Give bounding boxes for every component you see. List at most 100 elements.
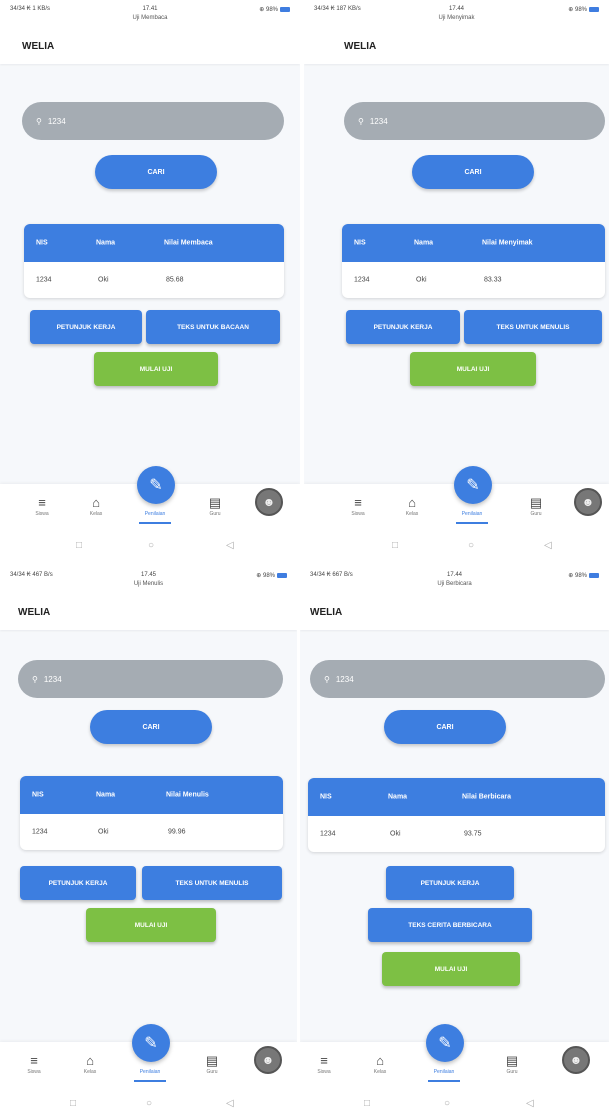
nav-siswa[interactable]: ≡ Siswa <box>14 1052 54 1075</box>
home-circle-icon[interactable]: ○ <box>148 540 154 551</box>
layers-icon: ≡ <box>30 1053 38 1068</box>
app-title: WELIA <box>300 596 609 630</box>
cell-nilai: 99.96 <box>168 828 186 836</box>
nav-kelas[interactable]: ⌂ Kelas <box>70 1052 110 1075</box>
cell-nilai: 83.33 <box>484 276 502 284</box>
system-nav: □ ○ ◁ <box>304 534 609 560</box>
mulai-uji-button[interactable]: MULAI UJI <box>410 352 536 386</box>
search-icon: ⚲ <box>324 674 330 684</box>
header-nilai: Nilai Membaca <box>164 239 213 247</box>
nav-kelas[interactable]: ⌂ Kelas <box>76 494 116 517</box>
status-time: 17.41 <box>142 6 158 12</box>
teks-menulis-button[interactable]: TEKS UNTUK MENULIS <box>464 310 602 344</box>
mulai-uji-button[interactable]: MULAI UJI <box>86 908 216 942</box>
search-input[interactable]: ⚲ 1234 <box>310 660 605 698</box>
status-bar: 34/34 ₭ 187 KB/s 17.44 Uji Menyimak ⊕ 98… <box>304 0 609 30</box>
cari-button[interactable]: CARI <box>90 710 212 744</box>
status-battery: ⊕ 98% <box>568 6 599 13</box>
status-time: 17.45 <box>140 572 156 578</box>
recent-apps-icon[interactable]: □ <box>392 540 398 551</box>
table-header: NIS Nama Nilai Berbicara <box>308 778 605 816</box>
pencil-icon[interactable]: ✎ <box>137 466 175 504</box>
back-icon[interactable]: ◁ <box>226 1098 234 1109</box>
home-circle-icon[interactable]: ○ <box>444 1098 450 1109</box>
cari-button[interactable]: CARI <box>412 155 534 189</box>
pencil-icon[interactable]: ✎ <box>426 1024 464 1062</box>
screen-title: Uji Berbicara <box>437 581 472 587</box>
petunjuk-kerja-button[interactable]: PETUNJUK KERJA <box>30 310 142 344</box>
recent-apps-icon[interactable]: □ <box>364 1098 370 1109</box>
search-input[interactable]: ⚲ 1234 <box>18 660 283 698</box>
layers-icon: ≡ <box>320 1053 328 1068</box>
teks-cerita-button[interactable]: TEKS CERITA BERBICARA <box>368 908 532 942</box>
screen-title: Uji Membaca <box>132 15 168 21</box>
status-battery: ⊕ 98% <box>256 572 287 579</box>
system-nav: □ ○ ◁ <box>300 1092 609 1118</box>
search-input[interactable]: ⚲ 1234 <box>344 102 605 140</box>
mulai-uji-button[interactable]: MULAI UJI <box>382 952 520 986</box>
nav-guru[interactable]: ▤ Guru <box>195 494 235 517</box>
search-icon: ⚲ <box>358 116 364 126</box>
teks-bacaan-button[interactable]: TEKS UNTUK BACAAN <box>146 310 280 344</box>
avatar-icon[interactable]: ☻ <box>574 488 602 516</box>
header-nis: NIS <box>36 239 48 247</box>
back-icon[interactable]: ◁ <box>226 540 234 551</box>
cell-nama: Oki <box>98 276 109 284</box>
avatar-icon[interactable]: ☻ <box>254 1046 282 1074</box>
header-nama: Nama <box>414 239 434 247</box>
nav-siswa[interactable]: ≡ Siswa <box>22 494 62 517</box>
nilai-table: NIS Nama Nilai Menyimak 1234 Oki 83.33 <box>342 224 605 298</box>
search-input[interactable]: ⚲ 1234 <box>22 102 284 140</box>
header-nilai: Nilai Menulis <box>166 791 209 799</box>
table-row: 1234 Oki 93.75 <box>308 816 605 852</box>
nav-guru[interactable]: ▤ Guru <box>492 1052 532 1075</box>
pencil-icon[interactable]: ✎ <box>454 466 492 504</box>
header-nama: Nama <box>96 239 116 247</box>
petunjuk-kerja-button[interactable]: PETUNJUK KERJA <box>386 866 514 900</box>
table-header: NIS Nama Nilai Menulis <box>20 776 283 814</box>
battery-icon <box>280 7 290 12</box>
nav-guru[interactable]: ▤ Guru <box>516 494 556 517</box>
cari-button[interactable]: CARI <box>384 710 506 744</box>
recent-apps-icon[interactable]: □ <box>70 1098 76 1109</box>
header-nilai: Nilai Berbicara <box>462 793 512 801</box>
cari-button[interactable]: CARI <box>95 155 217 189</box>
back-icon[interactable]: ◁ <box>526 1098 534 1109</box>
header-nama: Nama <box>388 793 408 801</box>
cell-nama: Oki <box>416 276 427 284</box>
home-icon: ⌂ <box>92 495 100 510</box>
petunjuk-kerja-button[interactable]: PETUNJUK KERJA <box>346 310 460 344</box>
screen-uji-menyimak: 34/34 ₭ 187 KB/s 17.44 Uji Menyimak ⊕ 98… <box>304 0 609 560</box>
petunjuk-kerja-button[interactable]: PETUNJUK KERJA <box>20 866 136 900</box>
nav-kelas[interactable]: ⌂ Kelas <box>392 494 432 517</box>
home-circle-icon[interactable]: ○ <box>146 1098 152 1109</box>
home-icon: ⌂ <box>376 1053 384 1068</box>
nilai-table: NIS Nama Nilai Berbicara 1234 Oki 93.75 <box>308 778 605 852</box>
screen-uji-berbicara: 34/34 ₭ 667 B/s 17.44 Uji Berbicara ⊕ 98… <box>300 566 609 1118</box>
header-nama: Nama <box>96 791 116 799</box>
mulai-uji-button[interactable]: MULAI UJI <box>94 352 218 386</box>
teks-menulis-button[interactable]: TEKS UNTUK MENULIS <box>142 866 282 900</box>
home-icon: ⌂ <box>408 495 416 510</box>
search-value: 1234 <box>47 116 66 126</box>
nav-kelas[interactable]: ⌂ Kelas <box>360 1052 400 1075</box>
screen-title: Uji Menulis <box>133 581 164 587</box>
back-icon[interactable]: ◁ <box>544 540 552 551</box>
status-bar: 34/34 ₭ 1 KB/s 17.41 Uji Membaca ⊕ 98% <box>0 0 300 30</box>
pencil-icon[interactable]: ✎ <box>132 1024 170 1062</box>
avatar-icon[interactable]: ☻ <box>562 1046 590 1074</box>
cell-nis: 1234 <box>320 830 336 838</box>
status-bar: 34/34 ₭ 667 B/s 17.44 Uji Berbicara ⊕ 98… <box>300 566 609 596</box>
nav-siswa[interactable]: ≡ Siswa <box>304 1052 344 1075</box>
table-row: 1234 Oki 99.96 <box>20 814 283 850</box>
nav-siswa[interactable]: ≡ Siswa <box>338 494 378 517</box>
recent-apps-icon[interactable]: □ <box>76 540 82 551</box>
battery-icon <box>589 7 599 12</box>
screen-title: Uji Menyimak <box>438 15 475 21</box>
id-card-icon: ▤ <box>505 1053 519 1068</box>
nav-guru[interactable]: ▤ Guru <box>192 1052 232 1075</box>
system-nav: □ ○ ◁ <box>0 534 300 560</box>
avatar-icon[interactable]: ☻ <box>255 488 283 516</box>
home-circle-icon[interactable]: ○ <box>468 540 474 551</box>
cell-nis: 1234 <box>32 828 48 836</box>
